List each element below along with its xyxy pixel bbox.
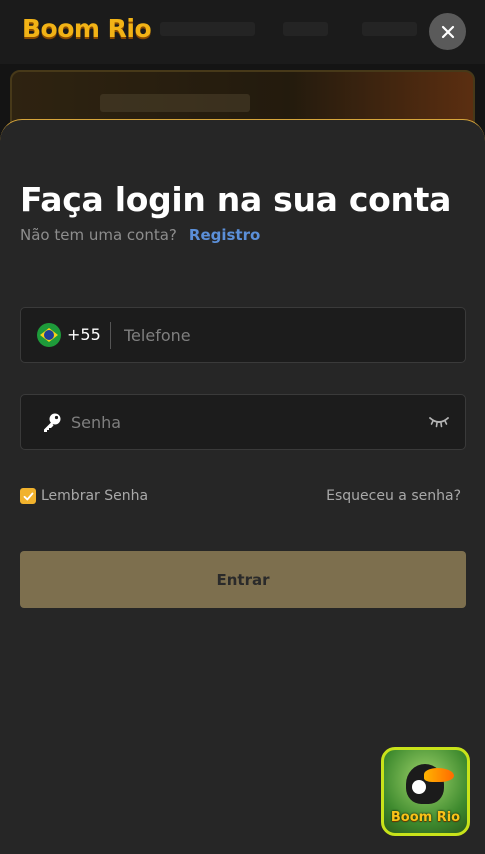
phone-field: +55 <box>20 307 466 363</box>
background-nav-item <box>362 22 417 36</box>
remember-label: Lembrar Senha <box>41 488 149 504</box>
field-divider <box>110 322 111 349</box>
register-link[interactable]: Registro <box>189 226 260 244</box>
check-icon <box>23 492 33 500</box>
phone-input[interactable] <box>124 308 454 362</box>
page-title: Faça login na sua conta <box>20 180 452 219</box>
register-prompt: Não tem uma conta? Registro <box>20 226 260 244</box>
forgot-password-link[interactable]: Esqueceu a senha? <box>326 488 461 504</box>
key-icon <box>44 413 61 432</box>
dial-code[interactable]: +55 <box>67 325 101 344</box>
close-icon <box>441 25 454 38</box>
background-nav-item <box>283 22 328 36</box>
floating-app-label: Boom Rio <box>390 810 461 825</box>
no-account-text: Não tem uma conta? <box>20 226 177 244</box>
background-nav-item <box>160 22 255 36</box>
password-input[interactable] <box>71 395 421 449</box>
remember-password-toggle[interactable]: Lembrar Senha <box>20 488 148 504</box>
logo-text: Boom Rio <box>22 14 152 43</box>
eye-closed-icon[interactable] <box>429 416 449 428</box>
close-button[interactable] <box>429 13 466 50</box>
password-field <box>20 394 466 450</box>
site-logo[interactable]: Boom Rio <box>22 14 152 43</box>
floating-app-icon[interactable]: Boom Rio <box>381 747 470 836</box>
login-submit-button[interactable]: Entrar <box>20 551 466 608</box>
remember-checkbox[interactable] <box>20 488 36 504</box>
brazil-flag-icon[interactable] <box>37 323 61 347</box>
